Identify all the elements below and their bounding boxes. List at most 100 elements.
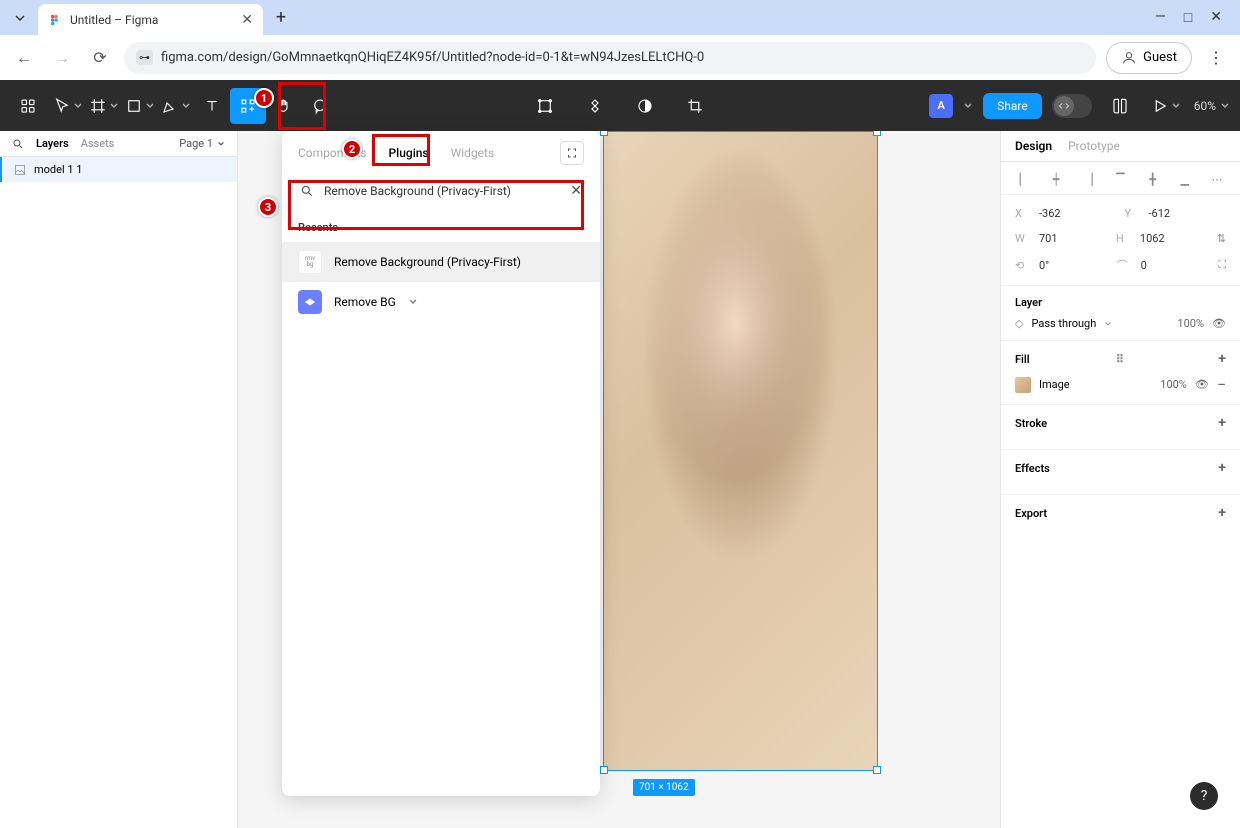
x-label: X: [1015, 207, 1031, 220]
align-right-icon[interactable]: ▕: [1079, 172, 1097, 186]
search-icon[interactable]: [12, 138, 24, 150]
independent-corners-icon[interactable]: ⛶: [1218, 258, 1226, 272]
expand-panel-icon[interactable]: [560, 141, 584, 165]
align-bottom-icon[interactable]: ▁: [1176, 172, 1194, 186]
tab-assets[interactable]: Assets: [81, 137, 115, 150]
shape-tool[interactable]: [122, 88, 158, 124]
chevron-down-icon[interactable]: [1104, 320, 1112, 328]
align-left-icon[interactable]: ▏: [1015, 172, 1033, 186]
add-fill-button[interactable]: +: [1218, 351, 1226, 367]
chevron-down-icon[interactable]: [408, 297, 418, 307]
minimize-icon[interactable]: ―: [1155, 9, 1166, 26]
align-hcenter-icon[interactable]: ┿: [1047, 172, 1065, 186]
h-value[interactable]: 1062: [1140, 232, 1209, 245]
fill-visibility-icon[interactable]: 👁: [1195, 378, 1209, 391]
right-tools: A Share 60%: [929, 88, 1230, 124]
browser-tab[interactable]: Untitled – Figma ✕: [38, 4, 263, 36]
user-avatar[interactable]: A: [929, 94, 953, 118]
tab-layers[interactable]: Layers: [36, 137, 69, 150]
plugin-label: Remove Background (Privacy-First): [334, 255, 521, 269]
layer-opacity-value[interactable]: 100%: [1177, 317, 1204, 330]
plugin-item[interactable]: rmvbg Remove Background (Privacy-First): [282, 242, 600, 282]
w-label: W: [1015, 232, 1031, 245]
visibility-icon[interactable]: 👁: [1212, 317, 1226, 330]
plugin-item[interactable]: Remove BG: [282, 282, 600, 322]
h-label: H: [1116, 232, 1132, 245]
annotation-badge-1: 1: [254, 88, 274, 108]
clear-search-icon[interactable]: ✕: [570, 183, 582, 199]
component-icon[interactable]: [577, 88, 613, 124]
close-tab-icon[interactable]: ✕: [241, 12, 253, 28]
edit-object-icon[interactable]: [527, 88, 563, 124]
library-icon[interactable]: [1102, 88, 1138, 124]
fill-grid-icon[interactable]: ⠿: [1116, 353, 1124, 366]
rotation-label: ⟲: [1015, 259, 1031, 272]
tab-widgets[interactable]: Widgets: [451, 146, 495, 160]
resize-handle-nw[interactable]: [600, 131, 608, 136]
new-tab-button[interactable]: +: [267, 4, 295, 32]
workspace: Layers Assets Page 1 model 1 1 701 × 106…: [0, 131, 1240, 828]
image-layer-icon: [14, 164, 26, 176]
tab-prototype[interactable]: Prototype: [1068, 139, 1120, 153]
move-tool[interactable]: [50, 88, 86, 124]
page-selector[interactable]: Page 1: [179, 137, 225, 150]
blend-mode-value[interactable]: Pass through: [1031, 317, 1096, 330]
browser-menu-icon[interactable]: ⋮: [1202, 44, 1230, 72]
dimension-label: 701 × 1062: [633, 779, 695, 796]
figma-toolbar: A Share 60%: [0, 80, 1240, 131]
pen-tool[interactable]: [158, 88, 194, 124]
align-top-icon[interactable]: ▔: [1111, 172, 1129, 186]
blend-mode-icon[interactable]: ◇: [1015, 317, 1023, 330]
x-value[interactable]: -362: [1039, 207, 1117, 220]
reload-icon[interactable]: ⟳: [86, 44, 114, 72]
add-effect-button[interactable]: +: [1218, 460, 1226, 476]
position-size-group: X-362Y-612 W701H1062⇅ ⟲0°⌒0⛶: [1001, 195, 1240, 285]
fill-opacity-value[interactable]: 100%: [1160, 378, 1187, 391]
rotation-value[interactable]: 0°: [1039, 259, 1109, 272]
resources-tabs: Components Plugins Widgets: [282, 131, 600, 173]
zoom-control[interactable]: 60%: [1194, 99, 1230, 113]
remove-fill-button[interactable]: −: [1217, 375, 1226, 394]
y-value[interactable]: -612: [1149, 207, 1227, 220]
share-button[interactable]: Share: [983, 93, 1042, 119]
tab-design[interactable]: Design: [1015, 139, 1052, 153]
forward-icon: →: [48, 44, 76, 72]
help-button[interactable]: ?: [1190, 782, 1218, 810]
close-window-icon[interactable]: ✕: [1210, 9, 1222, 26]
fill-type[interactable]: Image: [1039, 378, 1070, 391]
add-stroke-button[interactable]: +: [1218, 415, 1226, 431]
tab-strip: Untitled – Figma ✕ + ― □ ✕: [0, 0, 1240, 35]
fill-swatch[interactable]: [1015, 377, 1031, 393]
present-icon[interactable]: [1148, 88, 1184, 124]
tab-title: Untitled – Figma: [70, 13, 233, 27]
dev-mode-toggle[interactable]: [1052, 94, 1092, 118]
layer-row[interactable]: model 1 1: [0, 157, 237, 182]
resize-handle-ne[interactable]: [873, 131, 881, 136]
resize-handle-sw[interactable]: [600, 766, 608, 774]
w-value[interactable]: 701: [1039, 232, 1108, 245]
constrain-icon[interactable]: ⇅: [1217, 232, 1226, 245]
site-settings-icon[interactable]: ⊶: [136, 50, 153, 65]
left-panel-header: Layers Assets Page 1: [0, 131, 237, 157]
back-icon[interactable]: ←: [10, 44, 38, 72]
align-vcenter-icon[interactable]: ╋: [1144, 172, 1162, 186]
guest-profile-button[interactable]: Guest: [1106, 42, 1192, 74]
selected-image[interactable]: [603, 131, 878, 771]
tab-dropdown-icon[interactable]: [6, 4, 34, 32]
plugins-search-input[interactable]: [324, 184, 560, 198]
maximize-icon[interactable]: □: [1184, 9, 1192, 26]
text-tool[interactable]: [194, 88, 230, 124]
radius-value[interactable]: 0: [1141, 259, 1211, 272]
plugin-icon: rmvbg: [298, 250, 322, 274]
add-export-button[interactable]: +: [1218, 505, 1226, 521]
align-more-icon[interactable]: ⋯: [1208, 172, 1226, 186]
mask-icon[interactable]: [627, 88, 663, 124]
crop-icon[interactable]: [677, 88, 713, 124]
chevron-down-icon[interactable]: [963, 101, 973, 111]
tab-plugins[interactable]: Plugins: [389, 146, 429, 160]
comment-tool[interactable]: [302, 88, 338, 124]
frame-tool[interactable]: [86, 88, 122, 124]
address-bar[interactable]: ⊶ figma.com/design/GoMmnaetkqnQHiqEZ4K95…: [124, 42, 1096, 74]
figma-menu-icon[interactable]: [10, 88, 46, 124]
resize-handle-se[interactable]: [873, 766, 881, 774]
